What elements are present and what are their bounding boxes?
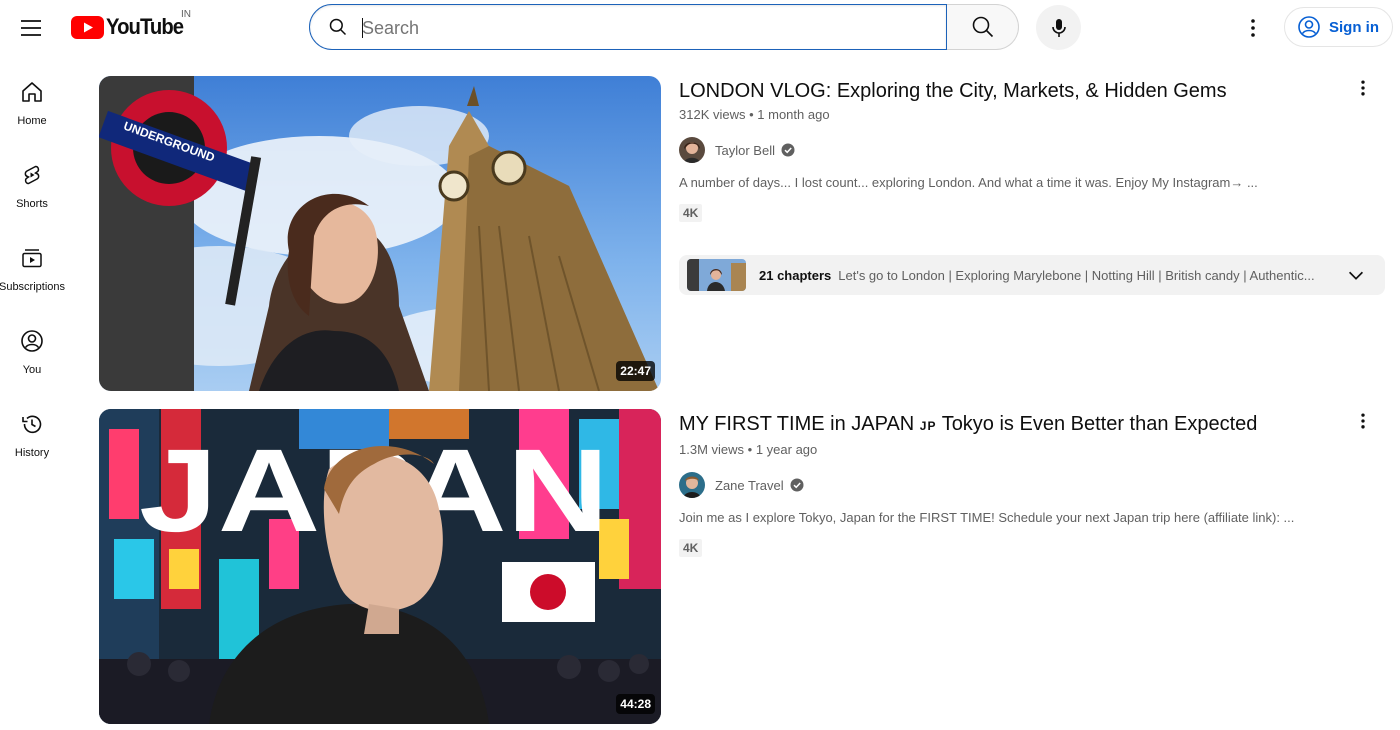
youtube-play-icon — [71, 15, 104, 39]
quality-badge: 4K — [679, 539, 703, 557]
quality-badge: 4K — [679, 204, 703, 222]
more-vert-icon — [1251, 19, 1255, 37]
channel-name[interactable]: Taylor Bell — [715, 143, 775, 158]
video-title-part: MY FIRST TIME in JAPAN — [679, 413, 915, 435]
thumbnail-image: JAPAN — [99, 409, 661, 724]
sidebar-item-label: Home — [17, 115, 47, 127]
logo-wordmark: YouTube — [106, 14, 184, 39]
history-icon — [22, 415, 42, 434]
verified-badge-icon — [790, 478, 804, 492]
video-result: UNDERGROUND 22:47 LONDON VLOG: Exploring… — [99, 76, 1395, 392]
channel-avatar[interactable] — [679, 472, 705, 498]
home-icon — [22, 82, 42, 102]
sidebar-item-subscriptions[interactable]: Subscriptions — [0, 238, 66, 312]
chapter-thumbnail — [687, 259, 746, 291]
channel-info: Zane Travel — [679, 472, 1379, 498]
voice-search-button[interactable] — [1036, 5, 1081, 50]
subscriptions-icon — [22, 249, 42, 268]
japan-flag-emoji: JP — [919, 419, 937, 433]
search-button[interactable] — [947, 4, 1019, 50]
avatar-image — [679, 472, 705, 498]
sign-in-button[interactable]: Sign in — [1284, 7, 1393, 47]
publish-age: 1 month ago — [757, 107, 830, 122]
video-result: JAPAN 44:28 MY FIRST TIME in JAPAN JP To… — [99, 409, 1395, 725]
verified-badge-icon — [781, 143, 795, 157]
sidebar-item-you[interactable]: You — [0, 321, 64, 395]
chapters-bar[interactable]: 21 chapters Let's go to London | Explori… — [679, 255, 1385, 295]
video-description: A number of days... I lost count... expl… — [679, 175, 1258, 190]
chapter-thumbnail-image — [687, 259, 746, 291]
search-box[interactable] — [309, 4, 947, 50]
chapters-count: 21 chapters — [759, 267, 832, 283]
hamburger-menu-icon — [21, 20, 41, 36]
video-thumbnail[interactable]: UNDERGROUND 22:47 — [99, 76, 661, 391]
youtube-logo[interactable]: YouTube IN — [71, 9, 191, 40]
sidebar-item-shorts[interactable]: Shorts — [0, 155, 64, 229]
chevron-down-icon[interactable] — [1345, 264, 1367, 286]
sidebar-item-history[interactable]: History — [0, 404, 64, 478]
sidebar-item-label: You — [22, 364, 42, 376]
search-icon — [972, 16, 993, 38]
video-title[interactable]: LONDON VLOG: Exploring the City, Markets… — [679, 77, 1379, 105]
video-title[interactable]: MY FIRST TIME in JAPAN JP Tokyo is Even … — [679, 410, 1379, 440]
account-circle-icon — [1298, 16, 1320, 38]
shorts-icon — [24, 165, 40, 185]
video-title-part: Tokyo is Even Better than Expected — [941, 413, 1258, 435]
video-action-menu-button[interactable] — [1351, 76, 1375, 100]
masthead: YouTube IN Search Sign in — [0, 0, 1400, 56]
sidebar-item-label: Shorts — [16, 198, 48, 210]
avatar-image — [679, 137, 705, 163]
video-description: Join me as I explore Tokyo, Japan for th… — [679, 510, 1295, 525]
microphone-icon — [1051, 18, 1066, 37]
video-duration: 22:47 — [616, 361, 655, 381]
sidebar-item-label: Subscriptions — [0, 281, 66, 293]
video-info: MY FIRST TIME in JAPAN JP Tokyo is Even … — [679, 409, 1379, 557]
video-metadata: 1.3M views • 1 year ago — [679, 440, 1379, 460]
channel-name[interactable]: Zane Travel — [715, 478, 784, 493]
meta-separator: • — [747, 442, 756, 457]
guide-menu-button[interactable] — [10, 7, 52, 49]
sidebar-item-label: History — [14, 447, 50, 459]
more-vert-icon — [1361, 413, 1365, 429]
view-count: 312K views — [679, 107, 746, 122]
thumbnail-image: UNDERGROUND — [99, 76, 661, 391]
sign-in-label: Sign in — [1329, 18, 1379, 36]
publish-age: 1 year ago — [755, 442, 818, 457]
you-icon — [21, 330, 43, 352]
sidebar-item-home[interactable]: Home — [0, 72, 64, 146]
more-vert-icon — [1361, 80, 1365, 96]
view-count: 1.3M views — [679, 442, 745, 457]
logo-country-code: IN — [181, 9, 191, 20]
search-bar — [309, 4, 1019, 50]
channel-info: Taylor Bell — [679, 137, 1379, 163]
video-thumbnail[interactable]: JAPAN 44:28 — [99, 409, 661, 724]
chapters-list-text: Let's go to London | Exploring Marylebon… — [838, 267, 1315, 283]
search-input[interactable] — [362, 16, 922, 40]
video-duration: 44:28 — [616, 694, 655, 714]
video-info: LONDON VLOG: Exploring the City, Markets… — [679, 76, 1379, 222]
video-action-menu-button[interactable] — [1351, 409, 1375, 433]
channel-avatar[interactable] — [679, 137, 705, 163]
search-icon — [329, 18, 347, 36]
settings-menu-button[interactable] — [1233, 8, 1273, 48]
video-metadata: 312K views • 1 month ago — [679, 105, 1379, 125]
